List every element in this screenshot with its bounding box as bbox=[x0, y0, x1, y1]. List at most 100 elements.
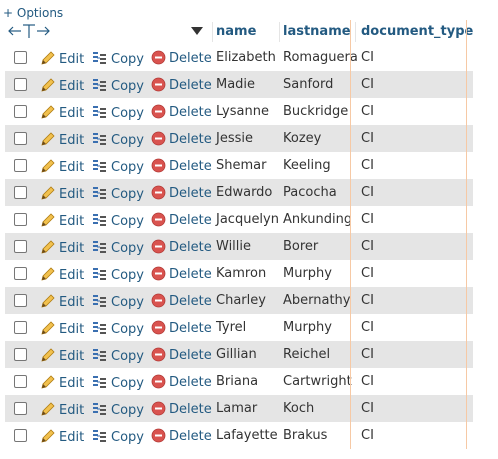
edit-button[interactable]: Edit bbox=[40, 239, 84, 259]
row-checkbox[interactable] bbox=[14, 159, 27, 172]
row-checkbox[interactable] bbox=[14, 132, 27, 145]
edit-button[interactable]: Edit bbox=[40, 104, 84, 124]
delete-button[interactable]: Delete bbox=[151, 347, 212, 366]
cell-document-type[interactable]: CI bbox=[361, 77, 374, 92]
cell-lastname[interactable]: Ankunding bbox=[283, 212, 352, 227]
cell-lastname[interactable]: Brakus bbox=[283, 428, 327, 443]
edit-button[interactable]: Edit bbox=[40, 212, 84, 232]
row-checkbox[interactable] bbox=[14, 213, 27, 226]
edit-button[interactable]: Edit bbox=[40, 77, 84, 97]
cell-name[interactable]: Charley bbox=[216, 293, 266, 308]
cell-document-type[interactable]: CI bbox=[361, 50, 374, 65]
copy-button[interactable]: Copy bbox=[92, 77, 144, 97]
delete-button[interactable]: Delete bbox=[151, 104, 212, 123]
cell-lastname[interactable]: Koch bbox=[283, 401, 314, 416]
edit-button[interactable]: Edit bbox=[40, 50, 84, 70]
cell-document-type[interactable]: CI bbox=[361, 266, 374, 281]
copy-button[interactable]: Copy bbox=[92, 104, 144, 124]
cell-name[interactable]: Willie bbox=[216, 239, 251, 254]
cell-document-type[interactable]: CI bbox=[361, 428, 374, 443]
edit-button[interactable]: Edit bbox=[40, 131, 84, 151]
cell-name[interactable]: Lafayette bbox=[216, 428, 278, 443]
delete-button[interactable]: Delete bbox=[151, 131, 212, 150]
delete-button[interactable]: Delete bbox=[151, 239, 212, 258]
copy-button[interactable]: Copy bbox=[92, 320, 144, 340]
delete-button[interactable]: Delete bbox=[151, 212, 212, 231]
copy-button[interactable]: Copy bbox=[92, 158, 144, 178]
delete-button[interactable]: Delete bbox=[151, 428, 212, 447]
row-checkbox[interactable] bbox=[14, 240, 27, 253]
delete-button[interactable]: Delete bbox=[151, 266, 212, 285]
cell-lastname[interactable]: Buckridge bbox=[283, 104, 348, 119]
copy-button[interactable]: Copy bbox=[92, 428, 144, 448]
edit-button[interactable]: Edit bbox=[40, 293, 84, 313]
row-checkbox[interactable] bbox=[14, 267, 27, 280]
cell-lastname[interactable]: Reichel bbox=[283, 347, 330, 362]
column-header-document-type[interactable]: document_type bbox=[361, 24, 473, 39]
cell-document-type[interactable]: CI bbox=[361, 320, 374, 335]
copy-button[interactable]: Copy bbox=[92, 374, 144, 394]
row-checkbox[interactable] bbox=[14, 375, 27, 388]
delete-button[interactable]: Delete bbox=[151, 401, 212, 420]
row-checkbox[interactable] bbox=[14, 402, 27, 415]
row-checkbox[interactable] bbox=[14, 294, 27, 307]
cell-document-type[interactable]: CI bbox=[361, 185, 374, 200]
copy-button[interactable]: Copy bbox=[92, 185, 144, 205]
cell-name[interactable]: Lysanne bbox=[216, 104, 269, 119]
column-header-name[interactable]: name bbox=[216, 24, 256, 39]
edit-button[interactable]: Edit bbox=[40, 158, 84, 178]
delete-button[interactable]: Delete bbox=[151, 374, 212, 393]
edit-button[interactable]: Edit bbox=[40, 320, 84, 340]
cell-name[interactable]: Edwardo bbox=[216, 185, 272, 200]
copy-button[interactable]: Copy bbox=[92, 50, 144, 70]
delete-button[interactable]: Delete bbox=[151, 320, 212, 339]
row-checkbox[interactable] bbox=[14, 429, 27, 442]
copy-button[interactable]: Copy bbox=[92, 266, 144, 286]
cell-name[interactable]: Shemar bbox=[216, 158, 266, 173]
cell-document-type[interactable]: CI bbox=[361, 347, 374, 362]
cell-lastname[interactable]: Kozey bbox=[283, 131, 321, 146]
cell-name[interactable]: Madie bbox=[216, 77, 255, 92]
cell-lastname[interactable]: Murphy bbox=[283, 266, 332, 281]
cell-document-type[interactable]: CI bbox=[361, 158, 374, 173]
cell-name[interactable]: Tyrel bbox=[216, 320, 246, 335]
cell-name[interactable]: Elizabeth bbox=[216, 50, 276, 65]
delete-button[interactable]: Delete bbox=[151, 158, 212, 177]
row-checkbox[interactable] bbox=[14, 51, 27, 64]
copy-button[interactable]: Copy bbox=[92, 212, 144, 232]
edit-button[interactable]: Edit bbox=[40, 185, 84, 205]
delete-button[interactable]: Delete bbox=[151, 50, 212, 69]
copy-button[interactable]: Copy bbox=[92, 293, 144, 313]
cell-name[interactable]: Kamron bbox=[216, 266, 266, 281]
cell-name[interactable]: Briana bbox=[216, 374, 258, 389]
cell-document-type[interactable]: CI bbox=[361, 131, 374, 146]
row-checkbox[interactable] bbox=[14, 186, 27, 199]
copy-button[interactable]: Copy bbox=[92, 131, 144, 151]
copy-button[interactable]: Copy bbox=[92, 347, 144, 367]
edit-button[interactable]: Edit bbox=[40, 266, 84, 286]
options-link[interactable]: + Options bbox=[3, 6, 63, 20]
copy-button[interactable]: Copy bbox=[92, 401, 144, 421]
cell-document-type[interactable]: CI bbox=[361, 239, 374, 254]
cell-name[interactable]: Jessie bbox=[216, 131, 253, 146]
cell-document-type[interactable]: CI bbox=[361, 401, 374, 416]
cell-document-type[interactable]: CI bbox=[361, 374, 374, 389]
edit-button[interactable]: Edit bbox=[40, 428, 84, 448]
edit-button[interactable]: Edit bbox=[40, 374, 84, 394]
cell-name[interactable]: Jacquelyn bbox=[216, 212, 279, 227]
cell-document-type[interactable]: CI bbox=[361, 212, 374, 227]
delete-button[interactable]: Delete bbox=[151, 293, 212, 312]
cell-document-type[interactable]: CI bbox=[361, 293, 374, 308]
cell-lastname[interactable]: Keeling bbox=[283, 158, 331, 173]
row-checkbox[interactable] bbox=[14, 321, 27, 334]
cell-lastname[interactable]: Murphy bbox=[283, 320, 332, 335]
row-checkbox[interactable] bbox=[14, 78, 27, 91]
delete-button[interactable]: Delete bbox=[151, 185, 212, 204]
copy-button[interactable]: Copy bbox=[92, 239, 144, 259]
cell-lastname[interactable]: Borer bbox=[283, 239, 318, 254]
cell-name[interactable]: Gillian bbox=[216, 347, 257, 362]
cell-lastname[interactable]: Pacocha bbox=[283, 185, 337, 200]
row-checkbox[interactable] bbox=[14, 348, 27, 361]
delete-button[interactable]: Delete bbox=[151, 77, 212, 96]
cell-lastname[interactable]: Abernathy bbox=[283, 293, 351, 308]
